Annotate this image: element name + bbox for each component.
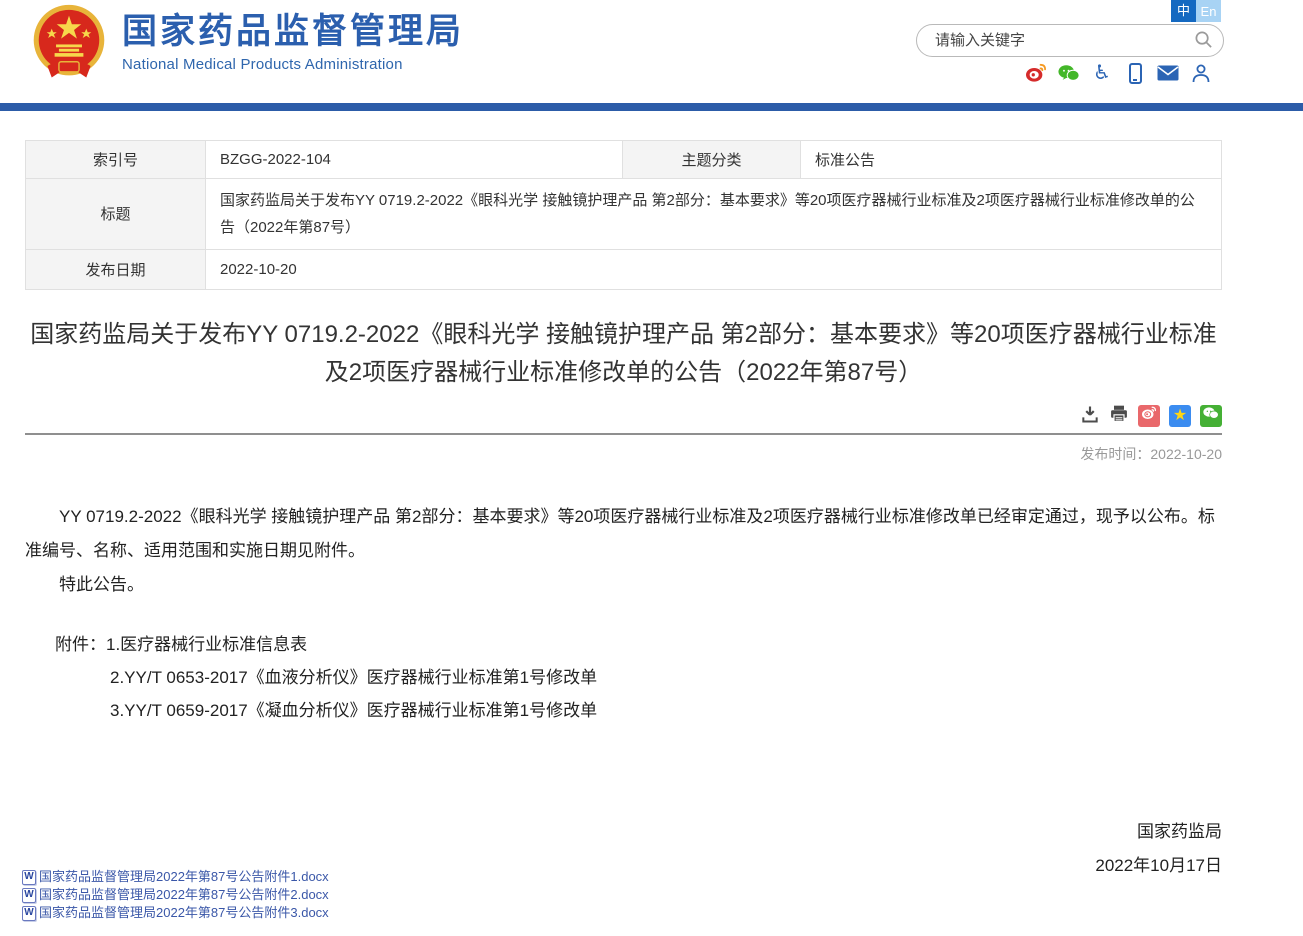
- word-doc-icon: W: [22, 870, 36, 885]
- publish-time: 发布时间：2022-10-20: [25, 435, 1222, 464]
- meta-title-label: 标题: [26, 179, 206, 250]
- attachment-item: 3.YY/T 0659-2017《凝血分析仪》医疗器械行业标准第1号修改单: [25, 694, 1222, 727]
- wechat-share-icon: [1203, 406, 1219, 425]
- print-icon: [1109, 404, 1129, 427]
- attachment-link-label: 国家药品监督管理局2022年第87号公告附件1.docx: [39, 868, 329, 886]
- table-row: 发布日期 2022-10-20: [26, 250, 1222, 290]
- language-toggle: 中 En: [1171, 0, 1221, 22]
- page-title: 国家药监局关于发布YY 0719.2-2022《眼科光学 接触镜护理产品 第2部…: [25, 316, 1222, 392]
- search-icon: [1194, 30, 1213, 52]
- header-quick-icons: ♿: [1025, 62, 1212, 84]
- publish-time-label: 发布时间：: [1080, 446, 1150, 462]
- article-body: YY 0719.2-2022《眼科光学 接触镜护理产品 第2部分：基本要求》等2…: [25, 500, 1222, 602]
- attachment-label: 附件：: [25, 628, 106, 661]
- mail-icon[interactable]: [1157, 62, 1179, 84]
- table-row: 索引号 BZGG-2022-104 主题分类 标准公告: [26, 141, 1222, 179]
- share-weibo-button[interactable]: [1138, 405, 1160, 427]
- download-button[interactable]: [1080, 404, 1100, 427]
- header-divider-bar: [0, 103, 1303, 111]
- meta-title-value: 国家药监局关于发布YY 0719.2-2022《眼科光学 接触镜护理产品 第2部…: [206, 179, 1222, 250]
- share-wechat-button[interactable]: [1200, 405, 1222, 427]
- site-title-english: National Medical Products Administration: [122, 56, 464, 73]
- signature-agency: 国家药监局: [25, 815, 1222, 849]
- attachment-download-link-3[interactable]: W 国家药品监督管理局2022年第87号公告附件3.docx: [22, 904, 329, 922]
- attachment-download-link-2[interactable]: W 国家药品监督管理局2022年第87号公告附件2.docx: [22, 886, 329, 904]
- publish-time-value: 2022-10-20: [1150, 446, 1222, 462]
- print-button[interactable]: [1109, 404, 1129, 427]
- document-meta-table: 索引号 BZGG-2022-104 主题分类 标准公告 标题 国家药监局关于发布…: [25, 140, 1222, 290]
- search-button[interactable]: [1183, 25, 1223, 56]
- site-title-block: 国家药品监督管理局 National Medical Products Admi…: [122, 12, 464, 73]
- wechat-icon[interactable]: [1058, 62, 1080, 84]
- lang-chinese-button[interactable]: 中: [1171, 0, 1196, 22]
- attachment-item: 2.YY/T 0653-2017《血液分析仪》医疗器械行业标准第1号修改单: [25, 661, 1222, 694]
- meta-category-value: 标准公告: [801, 141, 1222, 179]
- attachment-link-label: 国家药品监督管理局2022年第87号公告附件2.docx: [39, 886, 329, 904]
- site-header: 国家药品监督管理局 National Medical Products Admi…: [0, 0, 1303, 103]
- meta-category-label: 主题分类: [623, 141, 801, 179]
- word-doc-icon: W: [22, 888, 36, 903]
- attachment-download-link-1[interactable]: W 国家药品监督管理局2022年第87号公告附件1.docx: [22, 868, 329, 886]
- main-content: 索引号 BZGG-2022-104 主题分类 标准公告 标题 国家药监局关于发布…: [25, 140, 1222, 883]
- attachment-download-links: W 国家药品监督管理局2022年第87号公告附件1.docx W 国家药品监督管…: [22, 868, 329, 922]
- accessibility-icon[interactable]: ♿: [1091, 62, 1113, 84]
- attachment-link-label: 国家药品监督管理局2022年第87号公告附件3.docx: [39, 904, 329, 922]
- paragraph: 特此公告。: [25, 568, 1222, 602]
- weibo-icon[interactable]: [1025, 62, 1047, 84]
- user-icon[interactable]: [1190, 62, 1212, 84]
- mobile-icon[interactable]: [1124, 62, 1146, 84]
- paragraph: YY 0719.2-2022《眼科光学 接触镜护理产品 第2部分：基本要求》等2…: [25, 500, 1222, 568]
- qzone-star-icon: ★: [1173, 408, 1187, 424]
- table-row: 标题 国家药监局关于发布YY 0719.2-2022《眼科光学 接触镜护理产品 …: [26, 179, 1222, 250]
- meta-index-value: BZGG-2022-104: [206, 141, 623, 179]
- search-input[interactable]: [917, 32, 1183, 49]
- attachment-row: 附件： 1.医疗器械行业标准信息表: [25, 628, 1222, 661]
- meta-date-value: 2022-10-20: [206, 250, 1222, 290]
- search-bar: [916, 24, 1224, 57]
- meta-index-label: 索引号: [26, 141, 206, 179]
- site-title-chinese: 国家药品监督管理局: [122, 12, 464, 52]
- share-toolbar: ★: [25, 404, 1222, 427]
- weibo-share-icon: [1141, 406, 1157, 425]
- share-qzone-button[interactable]: ★: [1169, 405, 1191, 427]
- download-icon: [1080, 404, 1100, 427]
- national-emblem-logo: [33, 4, 105, 82]
- word-doc-icon: W: [22, 906, 36, 921]
- attachment-item: 1.医疗器械行业标准信息表: [106, 628, 307, 661]
- meta-date-label: 发布日期: [26, 250, 206, 290]
- attachment-list: 附件： 1.医疗器械行业标准信息表 2.YY/T 0653-2017《血液分析仪…: [25, 628, 1222, 727]
- lang-english-button[interactable]: En: [1196, 0, 1221, 22]
